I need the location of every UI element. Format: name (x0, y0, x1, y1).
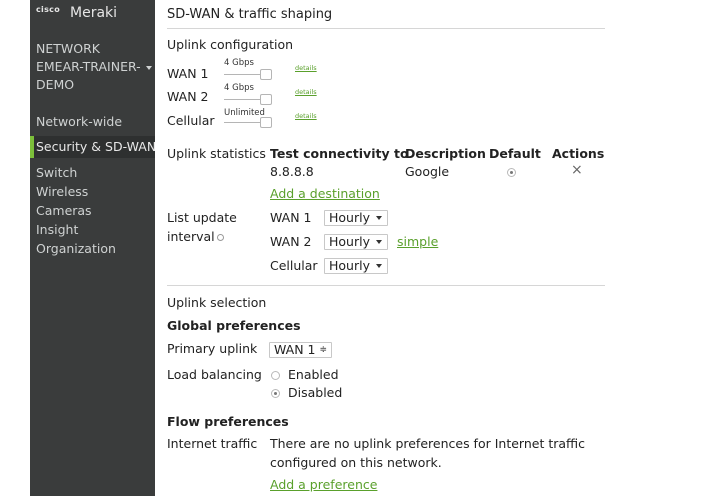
sidebar-item-switch[interactable]: Switch (36, 165, 77, 180)
disabled-radio[interactable] (271, 389, 280, 398)
interval-cellular-label: Cellular (270, 258, 318, 273)
wan1-limit: 4 Gbps (224, 58, 254, 68)
sidebar-item-security-sd-wan[interactable]: Security & SD-WAN (36, 139, 156, 154)
list-update-label: List update (167, 210, 237, 225)
cellular-label: Cellular (167, 113, 215, 128)
wan2-limit: 4 Gbps (224, 83, 254, 93)
chevron-down-icon (376, 216, 382, 220)
cellular-limit: Unlimited (224, 108, 265, 118)
network-label-line-2: EMEAR-TRAINER- (36, 59, 141, 74)
no-preferences-message-1: There are no uplink preferences for Inte… (270, 436, 585, 451)
disabled-label[interactable]: Disabled (288, 385, 342, 400)
sidebar-item-insight[interactable]: Insight (36, 222, 78, 237)
cellular-details-link[interactable]: details (295, 112, 317, 120)
interval-wan2-label: WAN 2 (270, 234, 312, 249)
internet-traffic-label: Internet traffic (167, 436, 258, 451)
enabled-label[interactable]: Enabled (288, 367, 339, 382)
wan2-label: WAN 2 (167, 89, 209, 104)
cellular-slider-track[interactable] (224, 122, 264, 123)
col-actions: Actions (552, 146, 605, 161)
wan2-slider-track[interactable] (224, 99, 264, 100)
interval-cellular-value: Hourly (329, 258, 370, 273)
interval-cellular-select[interactable]: Hourly (324, 258, 388, 274)
cisco-logo: cisco (36, 5, 60, 14)
chevron-down-icon (376, 264, 382, 268)
info-icon[interactable] (217, 234, 224, 241)
uplink-config-heading: Uplink configuration (167, 37, 294, 52)
interval-wan1-select[interactable]: Hourly (324, 210, 388, 226)
col-default: Default (489, 146, 541, 161)
network-label-line-1: NETWORK (36, 41, 100, 56)
col-description: Description (405, 146, 486, 161)
interval-wan1-value: Hourly (329, 210, 370, 225)
sidebar-item-network-wide[interactable]: Network-wide (36, 114, 122, 129)
network-selector[interactable]: NETWORK EMEAR-TRAINER- DEMO (36, 40, 141, 94)
global-preferences-heading: Global preferences (167, 318, 301, 333)
interval-label: interval (167, 229, 215, 244)
sidebar: cisco Meraki NETWORK EMEAR-TRAINER- DEMO… (30, 0, 156, 496)
network-label-line-3: DEMO (36, 77, 75, 92)
page-title: SD-WAN & traffic shaping (167, 7, 333, 22)
updown-icon: ≑ (319, 345, 327, 355)
destination-description[interactable]: Google (405, 164, 449, 179)
col-test-connectivity: Test connectivity to (270, 146, 409, 161)
interval-wan2-select[interactable]: Hourly (324, 234, 388, 250)
interval-wan1-label: WAN 1 (270, 210, 312, 225)
primary-uplink-select[interactable]: WAN 1 ≑ (269, 342, 332, 358)
simple-link[interactable]: simple (397, 234, 438, 249)
add-preference-link[interactable]: Add a preference (270, 477, 377, 492)
chevron-down-icon (376, 240, 382, 244)
wan2-details-link[interactable]: details (295, 88, 317, 96)
interval-wan2-value: Hourly (329, 234, 370, 249)
wan1-details-link[interactable]: details (295, 64, 317, 72)
wan1-label: WAN 1 (167, 66, 209, 81)
wan2-slider-handle[interactable] (260, 94, 272, 105)
add-destination-link[interactable]: Add a destination (270, 186, 380, 201)
flow-preferences-heading: Flow preferences (167, 414, 289, 429)
no-preferences-message-2: configured on this network. (270, 455, 442, 470)
meraki-logo[interactable]: Meraki (70, 5, 117, 21)
primary-uplink-value: WAN 1 (274, 342, 316, 357)
default-radio[interactable] (507, 168, 516, 177)
wan1-slider-handle[interactable] (260, 69, 272, 80)
close-icon[interactable]: × (571, 162, 583, 178)
load-balancing-label: Load balancing (167, 367, 262, 382)
sidebar-item-organization[interactable]: Organization (36, 241, 116, 256)
chevron-down-icon[interactable] (146, 66, 152, 70)
wan1-slider-track[interactable] (224, 74, 264, 75)
enabled-radio[interactable] (271, 371, 280, 380)
destination-ip[interactable]: 8.8.8.8 (270, 164, 314, 179)
divider (167, 28, 605, 29)
uplink-selection-heading: Uplink selection (167, 295, 267, 310)
sidebar-item-wireless[interactable]: Wireless (36, 184, 88, 199)
primary-uplink-label: Primary uplink (167, 341, 258, 356)
divider (167, 285, 605, 286)
uplink-statistics-label: Uplink statistics (167, 146, 266, 161)
sidebar-item-cameras[interactable]: Cameras (36, 203, 92, 218)
cellular-slider-handle[interactable] (260, 117, 272, 128)
